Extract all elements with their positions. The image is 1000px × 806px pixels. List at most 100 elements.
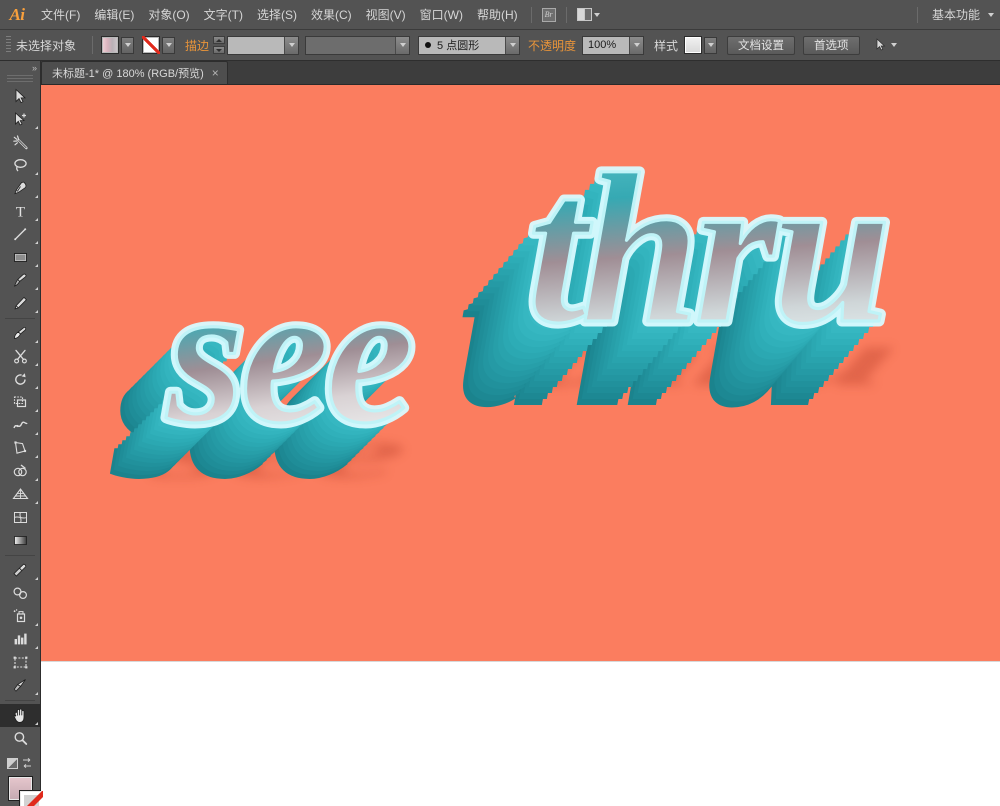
type-T-icon: T [15,205,24,220]
variable-width-profile-select[interactable] [305,35,411,55]
stroke-weight-stepper[interactable] [213,36,226,54]
line-segment-tool[interactable] [0,223,40,246]
tool-group-indicator [35,722,38,725]
stroke-swatch-none-icon[interactable] [142,36,160,54]
stroke-dropdown-button[interactable] [162,36,175,54]
stroke-weight-input[interactable] [227,35,300,55]
fill-stroke-indicator [0,774,44,806]
menu-object[interactable]: 对象(O) [141,0,196,30]
type-tool[interactable]: T [0,200,40,223]
menu-select[interactable]: 选择(S) [250,0,304,30]
bar-graph-icon [14,633,27,645]
scissors-tool[interactable] [0,345,40,368]
tool-group-indicator [35,623,38,626]
bridge-icon: Br [541,7,556,22]
menu-help[interactable]: 帮助(H) [470,0,525,30]
chevron-down-icon [165,43,172,47]
tool-group-indicator [35,501,38,504]
opacity-dropdown-button[interactable] [629,36,644,54]
artwork-3d-lettering[interactable]: see thru [41,85,1000,661]
chevron-down-icon[interactable] [890,43,897,47]
preferences-button[interactable]: 首选项 [803,35,860,55]
menubar-divider-2 [565,6,567,23]
lasso-tool[interactable] [0,154,40,177]
scale-icon [13,396,26,408]
menu-file[interactable]: 文件(F) [34,0,87,30]
eyedropper-tool[interactable] [0,559,40,582]
document-tab[interactable]: 未标题-1* @ 180% (RGB/预览) × [41,61,228,84]
tools-panel-expand-button[interactable]: » [0,61,40,75]
mesh-tool[interactable] [0,506,40,529]
tools-panel-grip[interactable] [7,75,33,82]
menu-edit[interactable]: 编辑(E) [87,0,141,30]
magic-wand-icon [12,135,28,150]
column-graph-tool[interactable] [0,628,40,651]
width-profile-dropdown-button[interactable] [395,36,410,54]
menu-window[interactable]: 窗口(W) [413,0,470,30]
stroke-color-control[interactable] [142,36,175,54]
free-transform-tool[interactable] [0,437,40,460]
chevron-down-icon [124,43,131,47]
hand-tool[interactable] [0,704,40,727]
document-canvas[interactable]: see thru [41,85,1000,806]
perspective-grid-tool[interactable] [0,483,40,506]
opacity-label[interactable]: 不透明度 [528,37,576,54]
gradient-tool[interactable] [0,529,40,552]
stroke-weight-label[interactable]: 描边 [185,37,209,54]
rectangle-tool[interactable] [0,246,40,269]
control-bar: 未选择对象 描边 5 点圆形 不透明度 100% 样式 文档设置 首选项 [0,30,1000,61]
stepper-down-icon [216,48,223,52]
graphic-style-swatch[interactable] [684,36,703,54]
rotate-tool[interactable] [0,368,40,391]
menu-bar: Ai 文件(F) 编辑(E) 对象(O) 文字(T) 选择(S) 效果(C) 视… [0,0,1000,30]
selection-tool[interactable] [0,85,40,108]
control-bar-grip[interactable] [6,36,11,54]
svg-text:T: T [15,205,24,220]
brush-dropdown-button[interactable] [505,36,520,54]
paintbrush-tool[interactable] [0,269,40,292]
menu-view[interactable]: 视图(V) [359,0,413,30]
default-fill-stroke-icon[interactable] [7,757,18,769]
artboard-tool[interactable] [0,651,40,674]
mesh-icon [13,512,27,523]
direct-selection-tool[interactable] [0,108,40,131]
go-to-bridge-button[interactable]: Br [538,5,560,25]
graphic-style-control[interactable] [684,36,718,54]
warp-icon [12,421,28,429]
select-similar-objects-button[interactable] [870,35,901,55]
slice-knife-icon [13,679,26,692]
chevron-down-icon [399,43,406,47]
brush-definition-select[interactable]: 5 点圆形 [418,35,521,55]
color-mode-row [0,754,40,772]
menu-effect[interactable]: 效果(C) [304,0,359,30]
arrange-documents-button[interactable] [573,5,605,25]
workspace-switcher[interactable]: 基本功能 [911,5,1000,25]
pen-tool[interactable] [0,177,40,200]
fill-dropdown-button[interactable] [121,36,134,54]
fill-swatch[interactable] [101,36,119,54]
blob-brush-tool[interactable] [0,322,40,345]
chevron-down-icon [707,43,714,47]
blend-icon [12,587,27,600]
arrange-documents-icon [577,8,601,21]
opacity-input[interactable]: 100% [582,35,645,55]
menu-type[interactable]: 文字(T) [197,0,250,30]
slice-tool[interactable] [0,674,40,697]
zoom-tool[interactable] [0,727,40,750]
document-setup-button[interactable]: 文档设置 [727,35,796,55]
graphic-style-dropdown-button[interactable] [704,36,718,54]
stroke-weight-dropdown-button[interactable] [284,36,299,54]
magic-wand-tool[interactable] [0,131,40,154]
close-icon[interactable]: × [212,67,219,79]
fill-color-control[interactable] [101,36,134,54]
brush-dot-icon [425,42,432,48]
shape-builder-tool[interactable] [0,460,40,483]
workspace-chevron-down-icon[interactable] [988,12,994,17]
scale-tool[interactable] [0,391,40,414]
swap-fill-stroke-icon[interactable] [21,757,33,769]
pencil-tool[interactable] [0,292,40,315]
width-warp-tool[interactable] [0,414,40,437]
symbol-sprayer-tool[interactable] [0,605,40,628]
tools-divider-2 [5,555,35,556]
blend-tool[interactable] [0,582,40,605]
